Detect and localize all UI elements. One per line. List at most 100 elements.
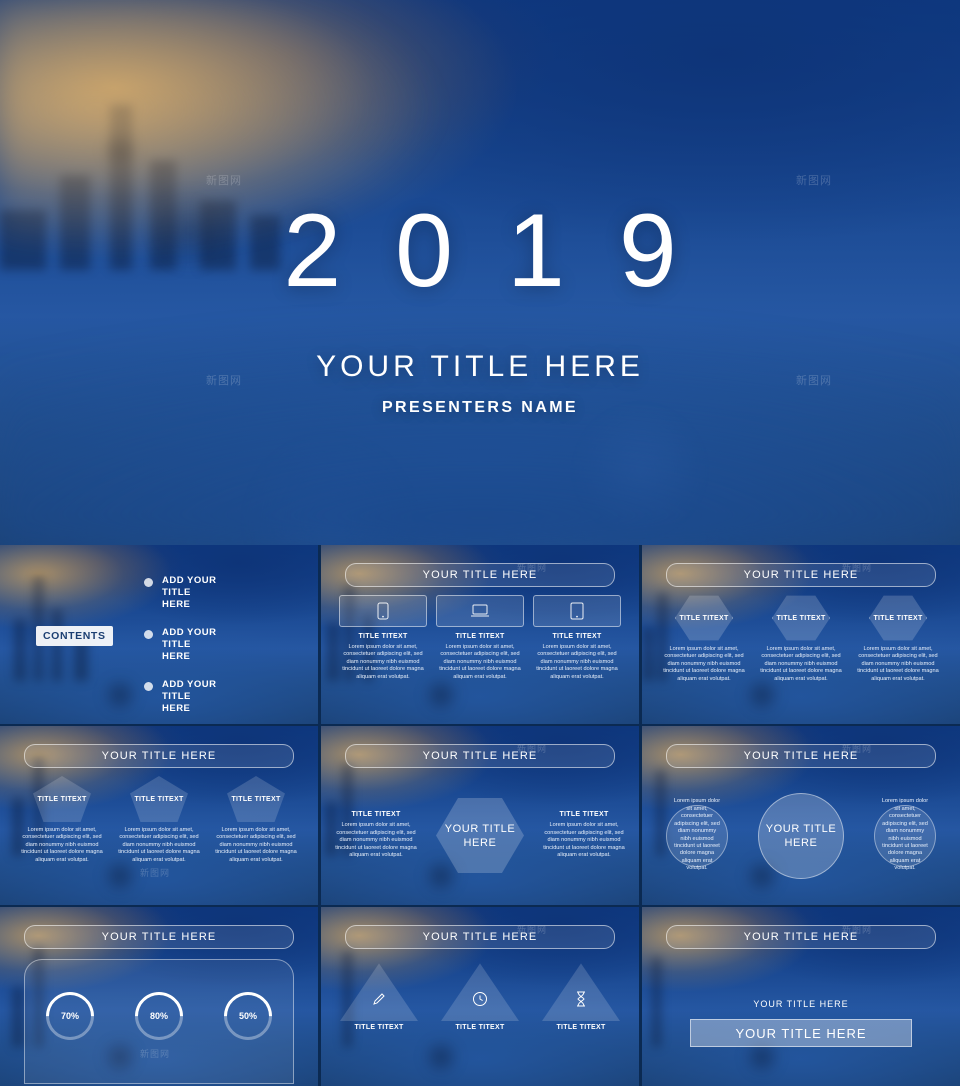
- center-circle[interactable]: YOUR TITLE HERE: [758, 792, 844, 879]
- progress-ring: 80%: [125, 982, 193, 1050]
- slide-title: YOUR TITLE HERE: [666, 744, 936, 768]
- card-title: TITLE TITEXT: [455, 633, 505, 640]
- card-body: Lorem ipsum dolor sit amet, consectetuer…: [760, 646, 842, 682]
- mobile-icon: [339, 595, 427, 627]
- bullet-icon: [144, 578, 153, 587]
- card-body: Lorem ipsum dolor sit amet, consectetuer…: [663, 646, 745, 682]
- circle-shape: Lorem ipsum dolor sit amet, consectetuer…: [874, 798, 936, 871]
- card-column[interactable]: TITLE TITEXT Lorem ipsum dolor sit amet,…: [757, 595, 845, 714]
- hero-slide[interactable]: 2019 YOUR TITLE HERE PRESENTERS NAME 新图网…: [0, 0, 960, 545]
- card-title: TITLE TITEXT: [552, 633, 602, 640]
- circle-shape: Lorem ipsum dolor sit amet, consectetuer…: [666, 798, 728, 871]
- card-column[interactable]: TITLE TITEXT Lorem ipsum dolor sit amet,…: [660, 595, 748, 714]
- presentation-preview: 2019 YOUR TITLE HERE PRESENTERS NAME 新图网…: [0, 0, 960, 1086]
- percent-rings-slide[interactable]: YOUR TITLE HERE 70% 80% 50% 新图网: [0, 907, 318, 1086]
- hexagon-shape: TITLE TITEXT: [675, 595, 733, 641]
- card-title: TITLE TITEXT: [559, 811, 609, 819]
- list-item[interactable]: ADD YOUR TITLE HERE: [144, 575, 248, 611]
- closing-slide[interactable]: YOUR TITLE HERE YOUR TITLE HERE YOUR TIT…: [642, 907, 960, 1086]
- card-column[interactable]: Lorem ipsum dolor sit amet, consectetuer…: [862, 798, 948, 871]
- triangle-icons-slide[interactable]: YOUR TITLE HERE TITLE TITEXT TITLE TITEX…: [321, 907, 639, 1086]
- center-hexagon[interactable]: YOUR TITLE HERE: [436, 798, 524, 873]
- icon-cards-slide[interactable]: YOUR TITLE HERE TITLE TITEXT Lorem ipsum…: [321, 545, 639, 724]
- pencil-icon: [340, 963, 418, 1021]
- hexagon-shape: TITLE TITEXT: [772, 595, 830, 641]
- card-column[interactable]: TITLE TITEXT Lorem ipsum dolor sit amet,…: [333, 811, 419, 859]
- card-title: TITLE TITEXT: [556, 1024, 606, 1031]
- pentagon-shape: TITLE TITEXT: [130, 776, 188, 822]
- card-column[interactable]: TITLE TITEXT Lorem ipsum dolor sit amet,…: [18, 776, 106, 895]
- percent-panel: 70% 80% 50%: [24, 959, 294, 1084]
- card-column[interactable]: TITLE TITEXT Lorem ipsum dolor sit amet,…: [541, 811, 627, 859]
- laptop-icon: [436, 595, 524, 627]
- bullet-icon: [144, 682, 153, 691]
- card-title: TITLE TITEXT: [354, 1024, 404, 1031]
- list-item[interactable]: ADD YOUR TITLE HERE: [144, 679, 248, 715]
- hexagon-center-slide[interactable]: YOUR TITLE HERE TITLE TITEXT Lorem ipsum…: [321, 726, 639, 905]
- list-item-label: ADD YOUR TITLE: [162, 627, 217, 650]
- card-body: Lorem ipsum dolor sit amet, consectetuer…: [543, 822, 625, 859]
- shape-label: TITLE TITEXT: [37, 795, 87, 803]
- hero-title: YOUR TITLE HERE: [316, 350, 644, 383]
- card-body: Lorem ipsum dolor sit amet, consectetuer…: [335, 822, 417, 859]
- slide-title: YOUR TITLE HERE: [345, 925, 615, 949]
- pentagon-shape: TITLE TITEXT: [33, 776, 91, 822]
- card-body: Lorem ipsum dolor sit amet, consectetuer…: [215, 827, 297, 863]
- slide-title: YOUR TITLE HERE: [24, 744, 294, 768]
- card-body: Lorem ipsum dolor sit amet, consectetuer…: [881, 798, 929, 872]
- list-item[interactable]: ADD YOUR TITLE HERE: [144, 627, 248, 663]
- tablet-icon: [533, 595, 621, 627]
- card-column[interactable]: TITLE TITEXT Lorem ipsum dolor sit amet,…: [339, 595, 427, 714]
- slide-title: YOUR TITLE HERE: [666, 925, 936, 949]
- card-column[interactable]: Lorem ipsum dolor sit amet, consectetuer…: [654, 798, 740, 871]
- card-column[interactable]: TITLE TITEXT Lorem ipsum dolor sit amet,…: [533, 595, 621, 714]
- hexagon-shape: TITLE TITEXT: [869, 595, 927, 641]
- shape-label: TITLE TITEXT: [776, 614, 826, 622]
- card-column[interactable]: TITLE TITEXT: [438, 961, 522, 1031]
- list-item-label: ADD YOUR TITLE: [162, 679, 217, 702]
- closing-bar-label: YOUR TITLE HERE: [735, 1025, 867, 1041]
- circle-center-slide[interactable]: YOUR TITLE HERE Lorem ipsum dolor sit am…: [642, 726, 960, 905]
- card-body: Lorem ipsum dolor sit amet, consectetuer…: [439, 644, 521, 680]
- card-column[interactable]: TITLE TITEXT: [539, 961, 623, 1031]
- slide-title: YOUR TITLE HERE: [345, 744, 615, 768]
- pentagon-cards-slide[interactable]: YOUR TITLE HERE TITLE TITEXT Lorem ipsum…: [0, 726, 318, 905]
- card-body: Lorem ipsum dolor sit amet, consectetuer…: [118, 827, 200, 863]
- shape-label: TITLE TITEXT: [679, 614, 729, 622]
- card-column[interactable]: TITLE TITEXT Lorem ipsum dolor sit amet,…: [436, 595, 524, 714]
- card-title: TITLE TITEXT: [358, 633, 408, 640]
- progress-value: 50%: [239, 1011, 258, 1022]
- list-item-sublabel: HERE: [162, 651, 191, 662]
- closing-bar[interactable]: YOUR TITLE HERE: [690, 1019, 912, 1047]
- shape-label: TITLE TITEXT: [873, 614, 923, 622]
- card-title: TITLE TITEXT: [351, 811, 401, 819]
- card-body: Lorem ipsum dolor sit amet, consectetuer…: [342, 644, 424, 680]
- clock-icon: [441, 963, 519, 1021]
- hero-year: 2019: [283, 193, 731, 309]
- card-column[interactable]: TITLE TITEXT: [337, 961, 421, 1031]
- progress-ring: 70%: [35, 982, 104, 1050]
- shape-label: TITLE TITEXT: [134, 795, 184, 803]
- list-item-label: ADD YOUR TITLE: [162, 575, 217, 598]
- slide-title: YOUR TITLE HERE: [345, 563, 615, 587]
- progress-value: 80%: [149, 1011, 168, 1022]
- hero-presenter: PRESENTERS NAME: [381, 399, 579, 416]
- center-label: YOUR TITLE HERE: [765, 822, 837, 849]
- slide-title: YOUR TITLE HERE: [24, 925, 294, 949]
- bullet-icon: [144, 630, 153, 639]
- list-item-sublabel: HERE: [162, 703, 191, 714]
- list-item-sublabel: HERE: [162, 599, 191, 610]
- card-column[interactable]: TITLE TITEXT Lorem ipsum dolor sit amet,…: [854, 595, 942, 714]
- hexagon-cards-slide[interactable]: YOUR TITLE HERE TITLE TITEXT Lorem ipsum…: [642, 545, 960, 724]
- slide-thumbnail-grid: CONTENTS ADD YOUR TITLE HERE ADD YOUR TIT…: [0, 545, 960, 1086]
- card-body: Lorem ipsum dolor sit amet, consectetuer…: [857, 646, 939, 682]
- card-column[interactable]: TITLE TITEXT Lorem ipsum dolor sit amet,…: [212, 776, 300, 895]
- progress-value: 70%: [60, 1011, 79, 1022]
- contents-slide[interactable]: CONTENTS ADD YOUR TITLE HERE ADD YOUR TIT…: [0, 545, 318, 724]
- card-column[interactable]: TITLE TITEXT Lorem ipsum dolor sit amet,…: [115, 776, 203, 895]
- card-body: Lorem ipsum dolor sit amet, consectetuer…: [536, 644, 618, 680]
- center-label: YOUR TITLE HERE: [444, 822, 516, 849]
- card-title: TITLE TITEXT: [455, 1024, 505, 1031]
- shape-label: TITLE TITEXT: [231, 795, 281, 803]
- card-body: Lorem ipsum dolor sit amet, consectetuer…: [673, 798, 721, 872]
